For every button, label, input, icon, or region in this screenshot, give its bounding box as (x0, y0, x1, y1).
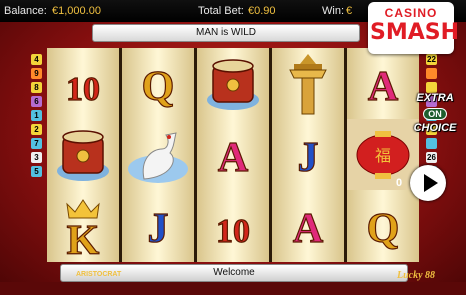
symbol-letter-Q: Q (347, 190, 419, 261)
play-button[interactable] (410, 165, 446, 201)
win-label: Win: (322, 5, 344, 17)
reel-1: 10 K (47, 48, 119, 262)
payline-right-7: 26 (426, 152, 437, 163)
symbol-letter-A: A (197, 119, 269, 190)
svg-text:福: 福 (375, 146, 391, 165)
payline-left-6: 7 (31, 138, 42, 149)
play-icon (424, 174, 438, 192)
svg-text:Q: Q (142, 64, 175, 110)
logo-casino-text: CASINO (384, 6, 438, 20)
payline-left-8: 5 (31, 166, 42, 177)
reel-3: A 10 (197, 48, 269, 262)
extra-text: EXTRA (416, 92, 454, 104)
payline-indicators-left: 4 9 8 6 1 2 7 3 5 (31, 54, 42, 180)
symbol-crane (122, 119, 194, 190)
balance-label: Balance: (4, 5, 47, 17)
symbol-letter-J: J (122, 190, 194, 261)
choice-text: CHOICE (413, 122, 457, 134)
total-bet-value: €0.90 (248, 5, 276, 17)
svg-text:J: J (298, 135, 319, 181)
symbol-letter-J: J (272, 119, 344, 190)
payline-left-4: 1 (31, 110, 42, 121)
logo-smash-text: SMASH (370, 20, 460, 45)
payline-right-1 (426, 68, 437, 79)
svg-text:J: J (148, 206, 169, 252)
svg-text:A: A (368, 64, 399, 110)
payline-left-1: 9 (31, 68, 42, 79)
reel-area[interactable]: 10 K Q J A 10 J A A 福 Q (47, 48, 419, 262)
payline-left-2: 8 (31, 82, 42, 93)
svg-text:10: 10 (216, 213, 250, 250)
reel-2: QJ (122, 48, 194, 262)
symbol-letter-10: 10 (197, 190, 269, 261)
game-logo: Lucky 88 (397, 270, 436, 281)
svg-text:A: A (218, 135, 249, 181)
svg-text:K: K (67, 218, 100, 261)
symbol-drum (47, 119, 119, 190)
payline-left-7: 3 (31, 152, 42, 163)
win-value: € (346, 5, 353, 17)
symbol-drum (197, 48, 269, 119)
extra-choice-badge[interactable]: EXTRA ON CHOICE (404, 92, 466, 142)
symbol-pagoda (272, 48, 344, 119)
slot-game: Balance: €1,000.00 Total Bet: €0.90 Win:… (0, 0, 466, 295)
svg-text:A: A (293, 206, 324, 252)
balance-value: €1,000.00 (52, 5, 101, 17)
payline-left-0: 4 (31, 54, 42, 65)
total-bet-label: Total Bet: (198, 5, 244, 17)
symbol-letter-K: K (47, 190, 119, 261)
symbol-letter-Q: Q (122, 48, 194, 119)
reel-5: A 福 Q (347, 48, 419, 262)
reel-4: JA (272, 48, 344, 262)
casino-smash-logo: CASINO SMASH (356, 0, 466, 58)
bottom-bar (0, 282, 466, 295)
payline-left-5: 2 (31, 124, 42, 135)
on-toggle[interactable]: ON (423, 108, 447, 120)
svg-text:Q: Q (367, 206, 400, 252)
payline-left-3: 6 (31, 96, 42, 107)
wild-banner: MAN is WILD (92, 24, 360, 42)
symbol-letter-10: 10 (47, 48, 119, 119)
symbol-letter-A: A (272, 190, 344, 261)
aristocrat-logo: ARISTOCRAT (76, 271, 122, 278)
side-number: 0 (396, 177, 403, 189)
wild-banner-text: MAN is WILD (196, 27, 256, 38)
svg-text:10: 10 (66, 71, 100, 108)
